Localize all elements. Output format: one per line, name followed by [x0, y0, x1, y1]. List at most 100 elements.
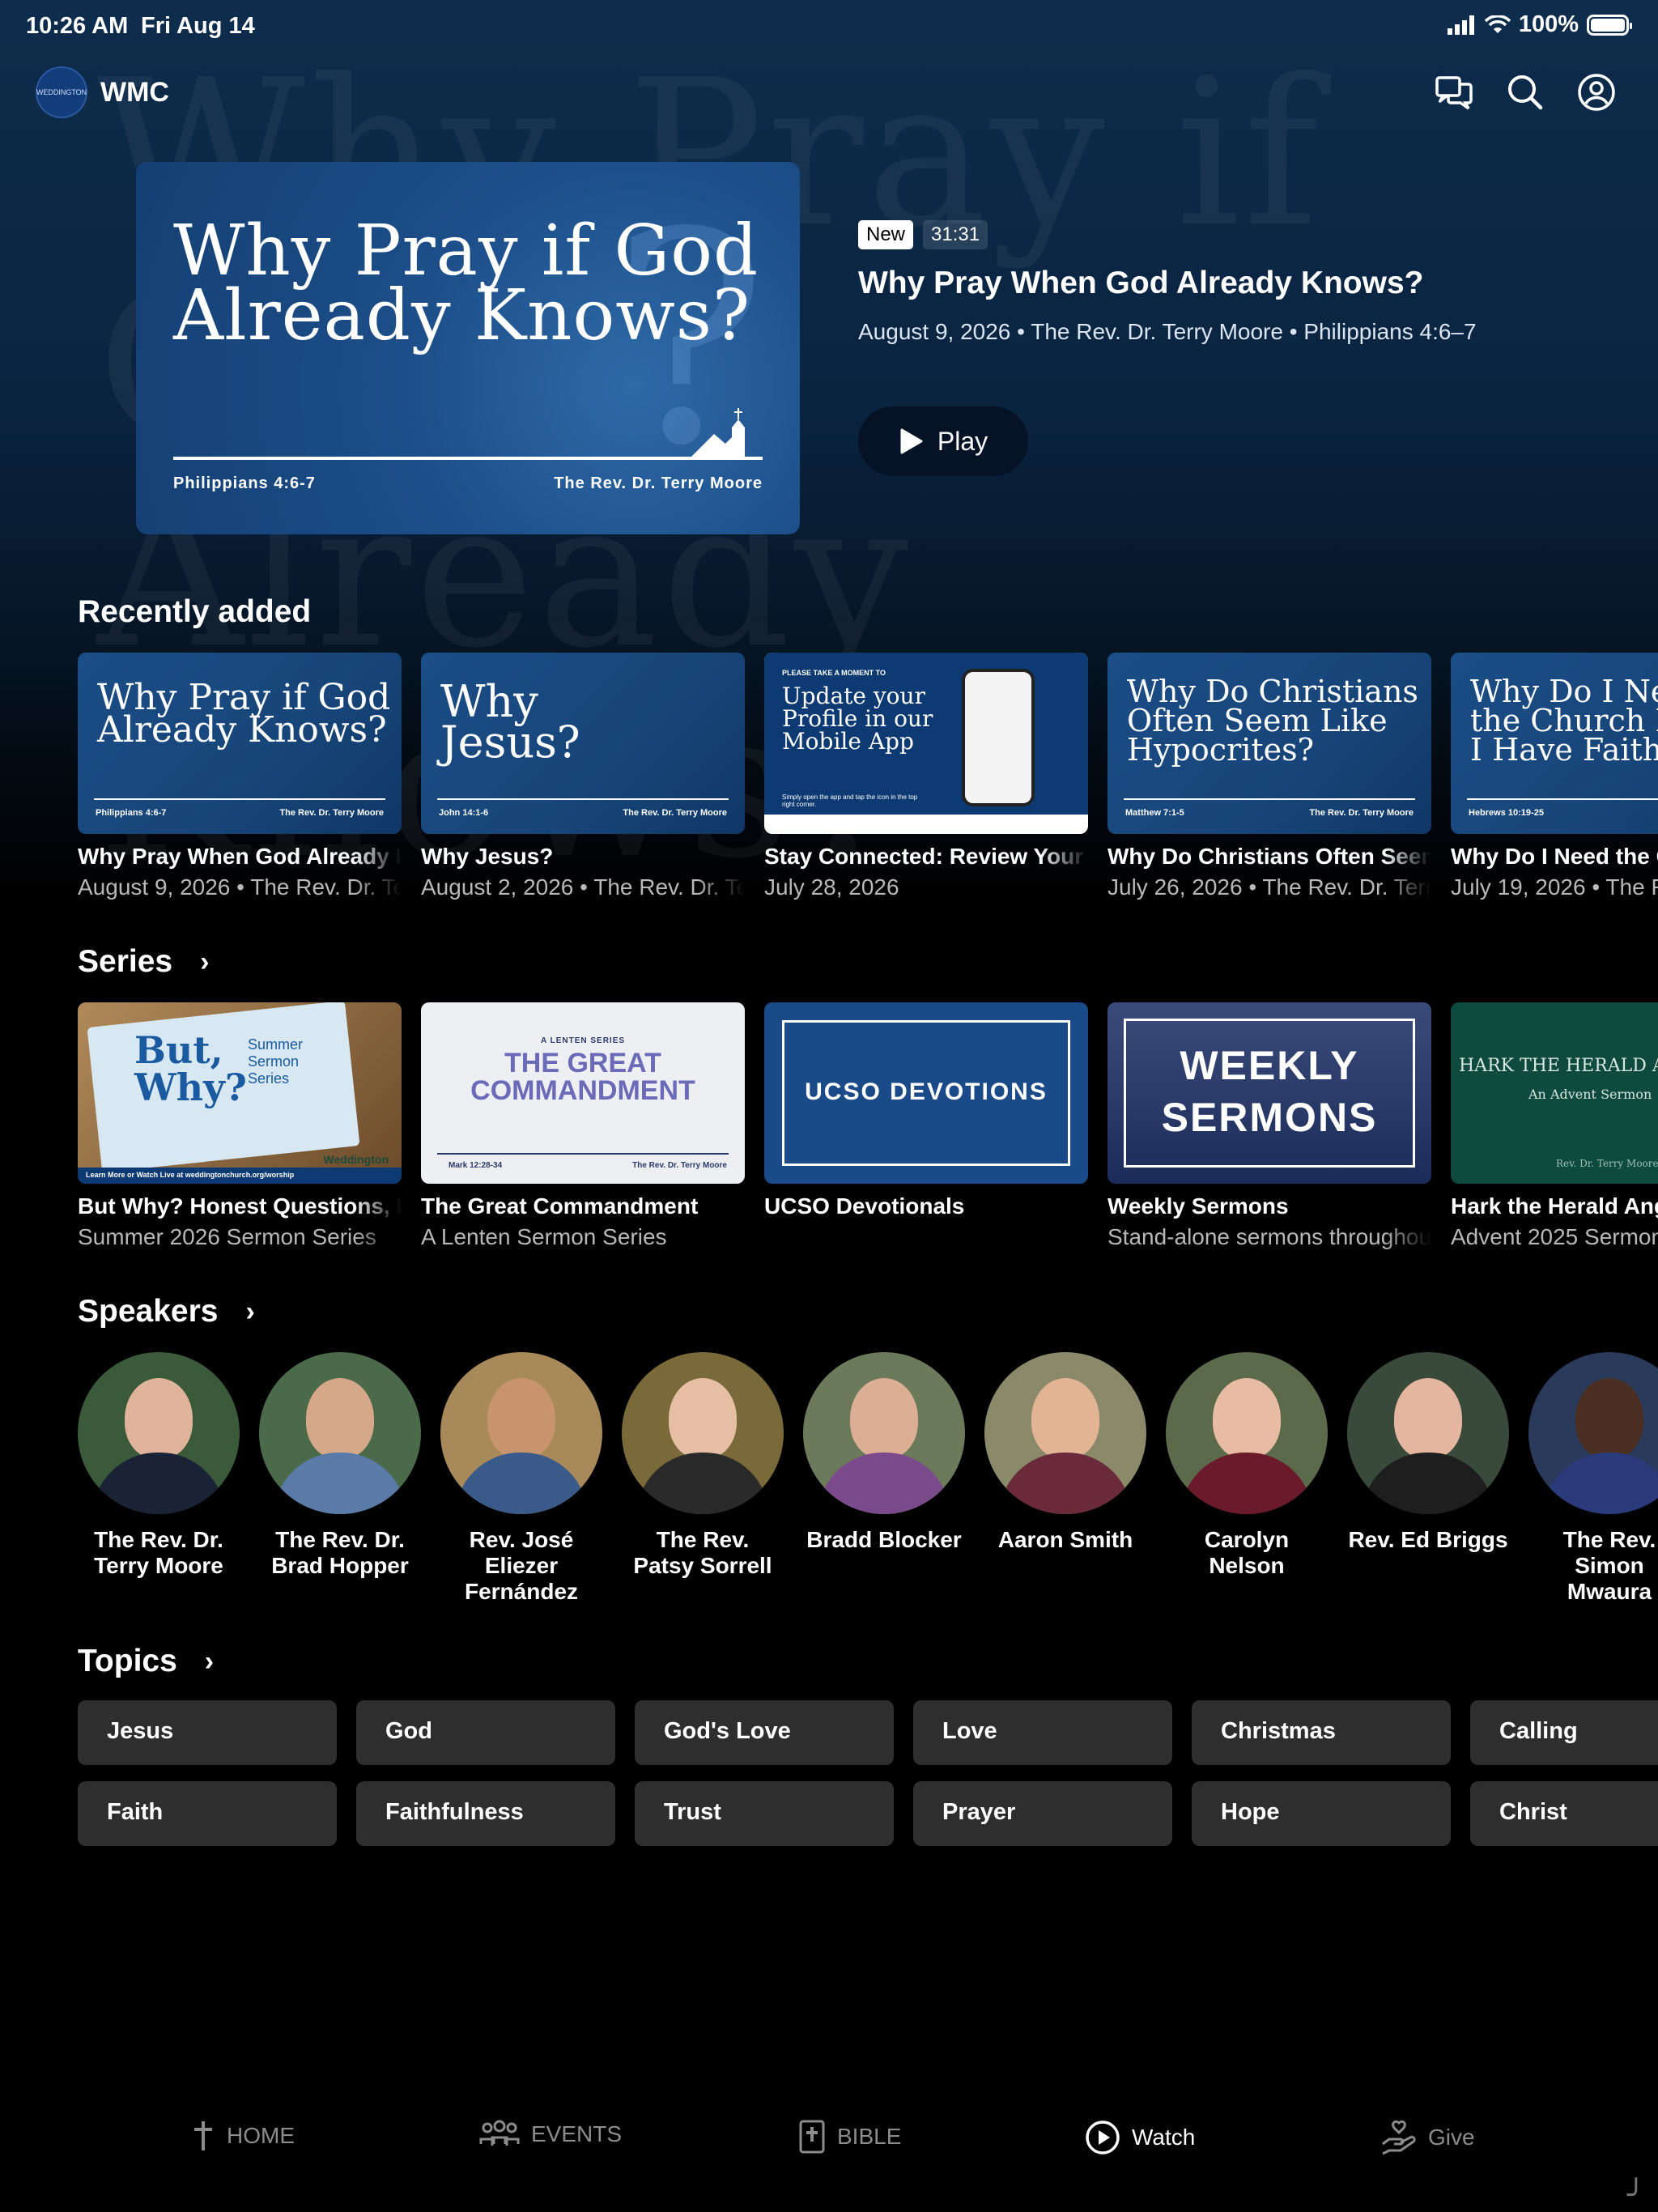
speaker-item[interactable]: The Rev. Dr. Brad Hopper	[259, 1352, 421, 1579]
people-icon	[479, 2120, 520, 2146]
section-title: Topics	[78, 1644, 177, 1678]
card-subtitle: July 19, 2026 • The Rev. Dr. Terry Moore	[1451, 874, 1658, 900]
media-card[interactable]: Why Pray if God Already Knows? Philippia…	[78, 653, 402, 900]
topic-chip[interactable]: Christmas	[1192, 1700, 1451, 1765]
artwork-title: Why Pray if God Already Knows?	[173, 211, 759, 356]
giving-hand-icon	[1382, 2120, 1416, 2155]
series-thumbnail: HARK THE HERALD AN An Advent Sermon Rev.…	[1451, 1002, 1658, 1184]
thumbnail-title: But, Why?	[134, 1028, 247, 1109]
thumbnail-speaker: The Rev. Dr. Terry Moore	[623, 808, 727, 818]
tab-home[interactable]: HOME	[191, 2120, 295, 2152]
recently-added-row: Why Pray if God Already Knows? Philippia…	[78, 653, 1658, 912]
thumbnail-title: HARK THE HERALD AN	[1459, 1056, 1658, 1076]
avatar	[78, 1352, 240, 1514]
series-card[interactable]: But, Why? Summer Sermon Series Weddingto…	[78, 1002, 402, 1250]
topic-chip[interactable]: God	[356, 1700, 615, 1765]
series-header[interactable]: Series ›	[78, 944, 209, 980]
card-title: Why Do Christians Often Seem Like Hypocr…	[1107, 844, 1431, 869]
topic-chip[interactable]: Trust	[635, 1781, 894, 1846]
chevron-right-icon: ›	[245, 1295, 255, 1327]
resize-handle[interactable]: ╯	[1627, 2178, 1645, 2212]
topic-chip[interactable]: Faith	[78, 1781, 337, 1846]
cross-icon	[194, 2121, 212, 2150]
card-subtitle: Advent 2025 Sermon Series	[1451, 1224, 1658, 1249]
series-row: But, Why? Summer Sermon Series Weddingto…	[78, 1002, 1658, 1261]
status-bar: 10:26 AM Fri Aug 14 100%	[0, 0, 1658, 52]
featured-subtitle: August 9, 2026 • The Rev. Dr. Terry Moor…	[858, 319, 1477, 344]
speaker-item[interactable]: The Rev. Patsy Sorrell	[622, 1352, 784, 1579]
topic-chip[interactable]: Calling	[1470, 1700, 1658, 1765]
chevron-right-icon: ›	[204, 1645, 215, 1677]
speaker-item[interactable]: Rev. Ed Briggs	[1347, 1352, 1509, 1553]
speakers-header[interactable]: Speakers ›	[78, 1294, 255, 1329]
media-card[interactable]: Why Do I Need the Church If I Have Faith…	[1451, 653, 1658, 900]
media-thumbnail: PLEASE TAKE A MOMENT TO Update your Prof…	[764, 653, 1088, 834]
tab-label: BIBLE	[837, 2124, 902, 2149]
tab-give[interactable]: Give	[1381, 2120, 1475, 2155]
tab-events[interactable]: EVENTS	[479, 2120, 622, 2149]
messages-icon[interactable]	[1433, 71, 1475, 113]
speaker-item[interactable]: The Rev. Simon Mwaura	[1528, 1352, 1658, 1605]
thumbnail-scripture: Philippians 4:6-7	[96, 808, 167, 818]
church-logo[interactable]: WEDDINGTON	[36, 66, 87, 118]
tab-watch[interactable]: Watch	[1085, 2120, 1195, 2155]
play-icon	[900, 428, 923, 454]
series-thumbnail: WEEKLY SERMONS	[1107, 1002, 1431, 1184]
battery-icon	[1587, 14, 1632, 36]
speaker-name: Rev. Ed Briggs	[1348, 1527, 1508, 1552]
church-steeple-icon	[690, 408, 745, 458]
play-button[interactable]: Play	[858, 406, 1028, 476]
logo-text: WEDDINGTON	[36, 88, 87, 96]
card-title: Why Jesus?	[421, 844, 554, 869]
series-card[interactable]: A LENTEN SERIES THE GREAT COMMANDMENT Ma…	[421, 1002, 745, 1250]
avatar	[1166, 1352, 1328, 1514]
media-card[interactable]: PLEASE TAKE A MOMENT TO Update your Prof…	[764, 653, 1088, 900]
topic-chip[interactable]: Prayer	[913, 1781, 1172, 1846]
featured-sermon-artwork[interactable]: ? Why Pray if God Already Knows? Philipp…	[136, 162, 800, 534]
profile-icon[interactable]	[1575, 71, 1618, 113]
media-thumbnail: Why Pray if God Already Knows? Philippia…	[78, 653, 402, 834]
speaker-item[interactable]: Bradd Blocker	[803, 1352, 965, 1553]
card-subtitle: Summer 2026 Sermon Series	[78, 1224, 376, 1249]
speaker-item[interactable]: Aaron Smith	[984, 1352, 1146, 1553]
thumbnail-footer: Learn More or Watch Live at weddingtonch…	[78, 1168, 402, 1184]
series-card[interactable]: UCSO DEVOTIONS UCSO Devotionals	[764, 1002, 1088, 1224]
topic-chip[interactable]: Hope	[1192, 1781, 1451, 1846]
speaker-item[interactable]: Carolyn Nelson	[1166, 1352, 1328, 1579]
artwork-speaker: The Rev. Dr. Terry Moore	[554, 474, 763, 492]
artwork-scripture: Philippians 4:6-7	[173, 474, 316, 492]
tab-bible[interactable]: BIBLE	[798, 2120, 901, 2154]
topic-chip[interactable]: God's Love	[635, 1700, 894, 1765]
thumbnail-scripture: Matthew 7:1-5	[1125, 808, 1184, 818]
media-card[interactable]: Why Do Christians Often Seem Like Hypocr…	[1107, 653, 1431, 900]
status-indicators: 100%	[1447, 11, 1632, 38]
topic-chip[interactable]: Faithfulness	[356, 1781, 615, 1846]
avatar	[440, 1352, 602, 1514]
series-card[interactable]: HARK THE HERALD AN An Advent Sermon Rev.…	[1451, 1002, 1658, 1250]
speaker-name: The Rev. Dr. Terry Moore	[94, 1527, 223, 1578]
topics-header[interactable]: Topics ›	[78, 1644, 214, 1679]
recently-added-header: Recently added	[78, 594, 311, 630]
speaker-name: Aaron Smith	[997, 1527, 1133, 1552]
speaker-name: Rev. José Eliezer Fernández	[464, 1527, 579, 1604]
speaker-item[interactable]: Rev. José Eliezer Fernández	[440, 1352, 602, 1605]
thumbnail-title: UCSO DEVOTIONS	[805, 1078, 1048, 1105]
topic-chip[interactable]: Jesus	[78, 1700, 337, 1765]
top-navigation: WEDDINGTON WMC	[0, 65, 1658, 121]
card-title: UCSO Devotionals	[764, 1193, 965, 1219]
card-subtitle: August 2, 2026 • The Rev. Dr. Terry Moor…	[421, 874, 745, 900]
bottom-tab-bar: HOME EVENTS BIBLE Watch Give	[0, 2105, 1658, 2178]
series-card[interactable]: WEEKLY SERMONS Weekly Sermons Stand-alon…	[1107, 1002, 1431, 1250]
media-thumbnail: Why Do I Need the Church If I Have Faith…	[1451, 653, 1658, 834]
play-label: Play	[937, 426, 988, 456]
topic-chip[interactable]: Christ	[1470, 1781, 1658, 1846]
card-title: Why Do I Need the Church If I Have Faith…	[1451, 844, 1658, 869]
speaker-item[interactable]: The Rev. Dr. Terry Moore	[78, 1352, 240, 1579]
featured-badges: New 31:31	[858, 220, 988, 249]
search-icon[interactable]	[1504, 71, 1546, 113]
new-badge: New	[858, 220, 914, 249]
avatar	[803, 1352, 965, 1514]
thumbnail-scripture: Hebrews 10:19-25	[1469, 808, 1544, 818]
media-card[interactable]: Why Jesus? John 14:1-6 The Rev. Dr. Terr…	[421, 653, 745, 900]
topic-chip[interactable]: Love	[913, 1700, 1172, 1765]
